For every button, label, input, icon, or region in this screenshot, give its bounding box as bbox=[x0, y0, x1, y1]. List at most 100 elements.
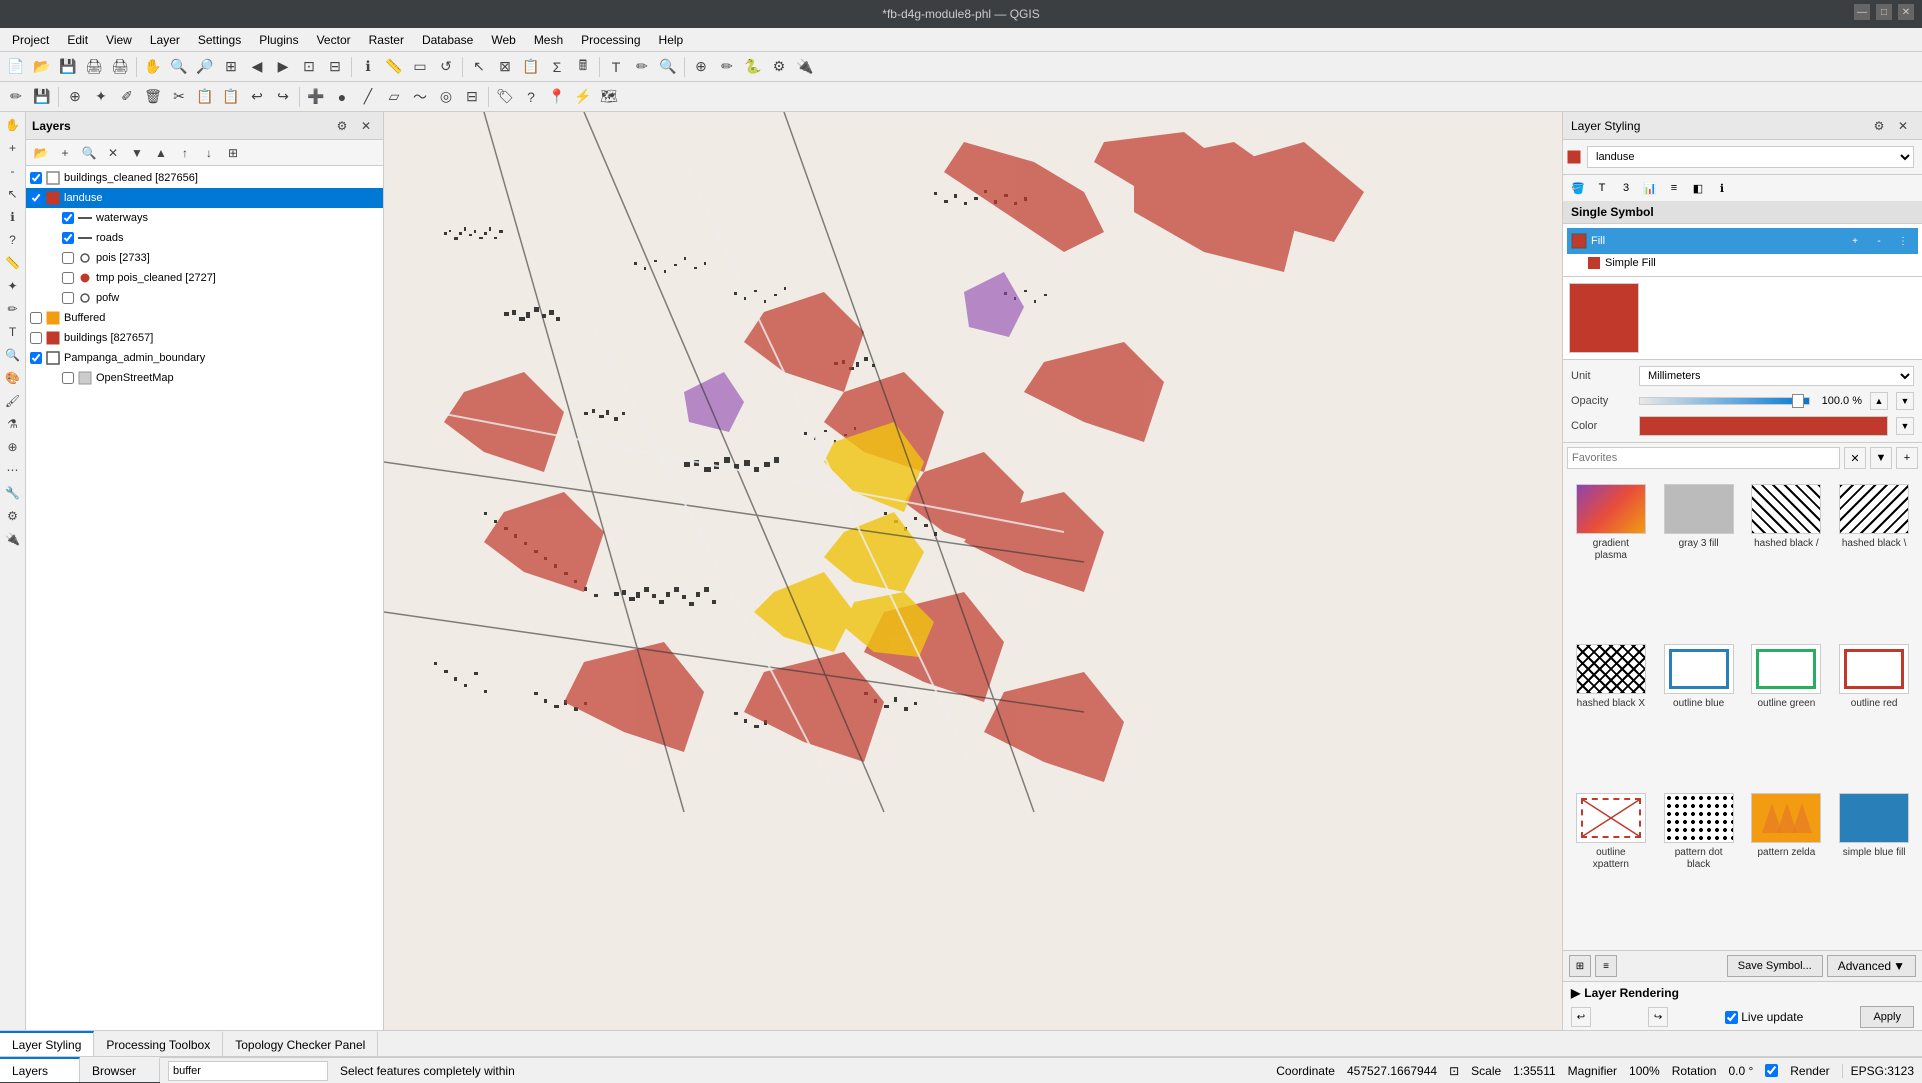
gps-button[interactable]: ⊕ bbox=[689, 55, 713, 79]
group-layer-button[interactable]: ⊞ bbox=[222, 142, 244, 164]
fav-item-hashed-backslash[interactable]: hashed black \ bbox=[1832, 479, 1916, 635]
location-button[interactable]: 📍 bbox=[545, 85, 569, 109]
new-layer-button[interactable]: + bbox=[54, 142, 76, 164]
add-point-button[interactable]: ● bbox=[330, 85, 354, 109]
menu-edit[interactable]: Edit bbox=[59, 31, 96, 49]
label-button[interactable]: T bbox=[604, 55, 628, 79]
fav-item-outline-green[interactable]: outline green bbox=[1745, 639, 1829, 783]
label-lt-button[interactable]: T bbox=[2, 321, 24, 343]
measure-button[interactable]: 📏 bbox=[382, 55, 406, 79]
fav-item-dot-black[interactable]: pattern dotblack bbox=[1657, 788, 1741, 944]
fav-item-hashed-x[interactable]: hashed black X bbox=[1569, 639, 1653, 783]
offset-button[interactable]: ⊟ bbox=[460, 85, 484, 109]
fav-item-outline-blue[interactable]: outline blue bbox=[1657, 639, 1741, 783]
menu-view[interactable]: View bbox=[98, 31, 140, 49]
zoom-out-lt-button[interactable]: - bbox=[2, 160, 24, 182]
layer-checkbox-pois[interactable] bbox=[62, 252, 74, 264]
layer-checkbox-pofw[interactable] bbox=[62, 292, 74, 304]
menu-layer[interactable]: Layer bbox=[142, 31, 188, 49]
tab-browser[interactable]: Browser bbox=[80, 1057, 160, 1082]
layer-item-roads[interactable]: roads bbox=[42, 228, 383, 248]
menu-project[interactable]: Project bbox=[4, 31, 57, 49]
measure-area-button[interactable]: ▭ bbox=[408, 55, 432, 79]
fav-item-gradient-plasma[interactable]: gradientplasma bbox=[1569, 479, 1653, 635]
rendering-redo-button[interactable]: ↪ bbox=[1648, 1007, 1668, 1027]
processing-button[interactable]: ⚙ bbox=[767, 55, 791, 79]
annotate-button[interactable]: ✏ bbox=[630, 55, 654, 79]
advanced-button[interactable]: Advanced ▼ bbox=[1827, 955, 1916, 977]
menu-help[interactable]: Help bbox=[651, 31, 692, 49]
minimize-button[interactable]: — bbox=[1854, 4, 1870, 20]
layer-styling-close-button[interactable]: ✕ bbox=[1892, 115, 1914, 137]
cut-button[interactable]: ✂ bbox=[167, 85, 191, 109]
add-feature-button[interactable]: ➕ bbox=[304, 85, 328, 109]
digitize-tool-button[interactable]: ✐ bbox=[115, 85, 139, 109]
label-edit-button[interactable]: 🏷 bbox=[493, 85, 517, 109]
opacity-slider[interactable] bbox=[1639, 397, 1810, 405]
edit-lt-button[interactable]: ✏ bbox=[2, 298, 24, 320]
filter-lt-button[interactable]: ⚗ bbox=[2, 413, 24, 435]
zoom-in-lt-button[interactable]: + bbox=[2, 137, 24, 159]
fav-item-zelda[interactable]: pattern zelda bbox=[1745, 788, 1829, 944]
down-layer-button[interactable]: ↓ bbox=[198, 142, 220, 164]
add-polygon-button[interactable]: ▱ bbox=[382, 85, 406, 109]
search-input[interactable] bbox=[168, 1061, 328, 1081]
layer-checkbox-landuse[interactable] bbox=[30, 192, 42, 204]
layer-item-pampanga[interactable]: Pampanga_admin_boundary bbox=[26, 348, 383, 368]
identify-lt-button[interactable]: ℹ bbox=[2, 206, 24, 228]
calc-button[interactable]: 🖩 bbox=[571, 55, 595, 79]
menu-plugins[interactable]: Plugins bbox=[251, 31, 306, 49]
fill-remove-button[interactable]: - bbox=[1868, 230, 1890, 252]
favorites-add-button[interactable]: + bbox=[1896, 447, 1918, 469]
save-project-button[interactable]: 💾 bbox=[56, 55, 80, 79]
tab-layer-styling[interactable]: Layer Styling bbox=[0, 1031, 94, 1056]
layer-item-buffered[interactable]: Buffered bbox=[26, 308, 383, 328]
zoom-layer-button[interactable]: ⊡ bbox=[297, 55, 321, 79]
simple-fill-tree-item[interactable]: Simple Fill bbox=[1567, 254, 1918, 272]
3d-tab[interactable]: 3 bbox=[1615, 177, 1637, 199]
python-button[interactable]: 🐍 bbox=[741, 55, 765, 79]
ring-button[interactable]: ◎ bbox=[434, 85, 458, 109]
freehand-button[interactable]: 〜 bbox=[408, 85, 432, 109]
layer-item-pois[interactable]: pois [2733] bbox=[42, 248, 383, 268]
measure-lt-button[interactable]: 📏 bbox=[2, 252, 24, 274]
menu-processing[interactable]: Processing bbox=[573, 31, 648, 49]
search-lt-button[interactable]: 🔍 bbox=[2, 344, 24, 366]
color-lt-button[interactable]: 🖌 bbox=[2, 390, 24, 412]
georef-button[interactable]: 🗺 bbox=[597, 85, 621, 109]
select-lt-button[interactable]: ↖ bbox=[2, 183, 24, 205]
layer-item-buildings[interactable]: buildings [827657] bbox=[26, 328, 383, 348]
save-edits-button[interactable]: 💾 bbox=[30, 85, 54, 109]
layer-item-pofw[interactable]: pofw bbox=[42, 288, 383, 308]
fav-item-outline-xpattern[interactable]: outlinexpattern bbox=[1569, 788, 1653, 944]
maximize-button[interactable]: □ bbox=[1876, 4, 1892, 20]
info-lt-button[interactable]: ? bbox=[2, 229, 24, 251]
save-symbol-button[interactable]: Save Symbol... bbox=[1727, 955, 1823, 977]
layers-config-button[interactable]: ⚙ bbox=[331, 115, 353, 137]
favorites-dropdown-button[interactable]: ▼ bbox=[1870, 447, 1892, 469]
zoom-in-button[interactable]: 🔍 bbox=[167, 55, 191, 79]
fav-item-gray-fill[interactable]: gray 3 fill bbox=[1657, 479, 1741, 635]
plugins-button[interactable]: 🔌 bbox=[793, 55, 817, 79]
fill-tree-item[interactable]: Fill + - ⋮ bbox=[1567, 228, 1918, 254]
menu-mesh[interactable]: Mesh bbox=[526, 31, 571, 49]
label-tab[interactable]: T bbox=[1591, 177, 1613, 199]
copy-button[interactable]: 📋 bbox=[193, 85, 217, 109]
open-project-button[interactable]: 📂 bbox=[30, 55, 54, 79]
edit-mode-button[interactable]: ✏ bbox=[4, 85, 28, 109]
deselect-button[interactable]: ⊠ bbox=[493, 55, 517, 79]
layer-styling-config-button[interactable]: ⚙ bbox=[1868, 115, 1890, 137]
select-button[interactable]: ↖ bbox=[467, 55, 491, 79]
paste-button[interactable]: 📋 bbox=[219, 85, 243, 109]
layer-rendering-header[interactable]: ▶ Layer Rendering bbox=[1571, 986, 1914, 1000]
zoom-out-button[interactable]: 🔎 bbox=[193, 55, 217, 79]
snap-lt-button[interactable]: ⊕ bbox=[2, 436, 24, 458]
print-button[interactable]: 🖨 bbox=[108, 55, 132, 79]
snap-button[interactable]: ⊕ bbox=[63, 85, 87, 109]
zoom-select-button[interactable]: ⊟ bbox=[323, 55, 347, 79]
paint-bucket-tab[interactable]: 🪣 bbox=[1567, 177, 1589, 199]
layer-selector-dropdown[interactable]: landuse bbox=[1587, 146, 1914, 168]
menu-database[interactable]: Database bbox=[414, 31, 481, 49]
expand-all-button[interactable]: ▼ bbox=[126, 142, 148, 164]
open-attribute-button[interactable]: 📋 bbox=[519, 55, 543, 79]
